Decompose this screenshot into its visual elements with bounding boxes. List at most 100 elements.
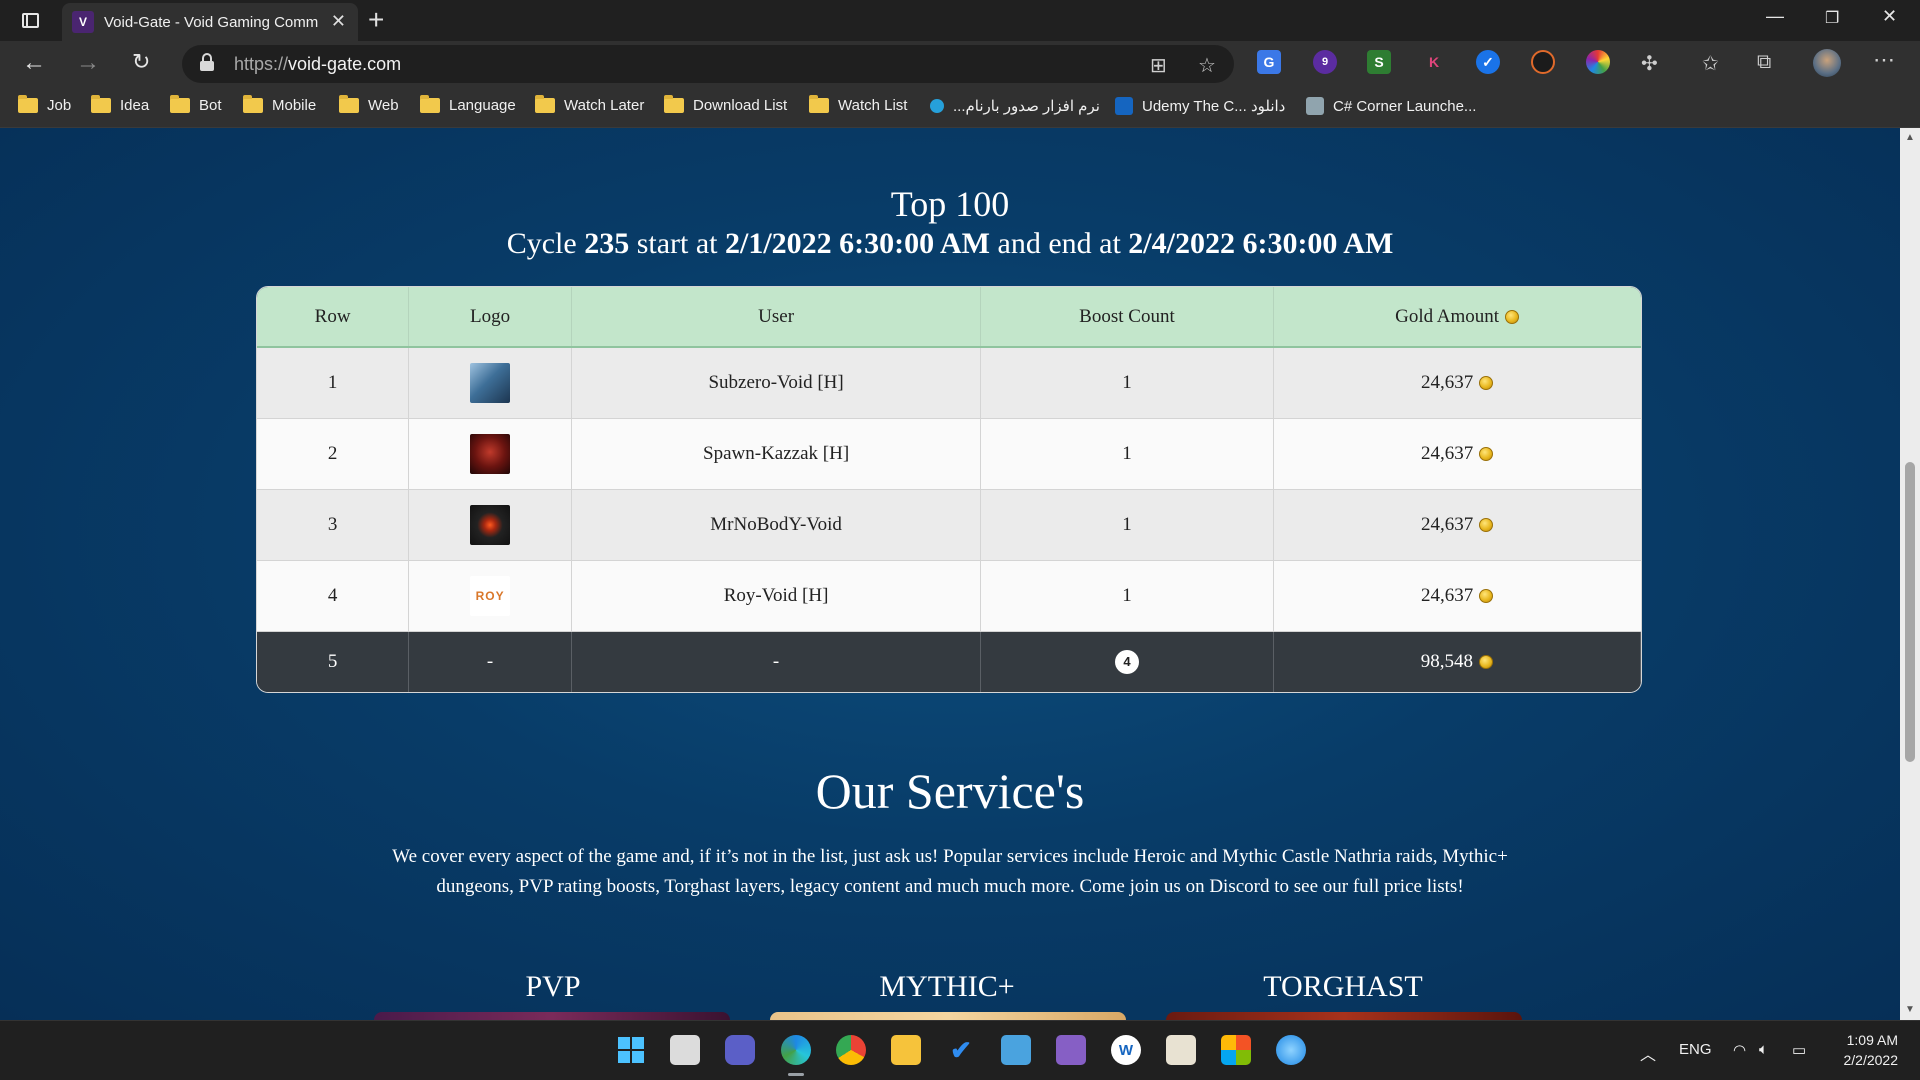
service-pvp-title[interactable]: PVP [378, 970, 728, 1004]
reload-icon[interactable]: ↻ [132, 49, 150, 75]
store-icon[interactable] [1221, 1035, 1251, 1065]
visual-studio-icon[interactable] [1056, 1035, 1086, 1065]
column-header-user: User [571, 287, 982, 348]
notepad-icon[interactable] [1001, 1035, 1031, 1065]
service-torghast-image[interactable] [1166, 1012, 1522, 1020]
search-extension-icon[interactable] [1531, 50, 1555, 74]
bookmark-persian-site[interactable]: ...نرم افزار صدور بارنام [930, 97, 1100, 115]
url-text[interactable]: https://void-gate.com [234, 54, 401, 75]
service-torghast-title[interactable]: TORGHAST [1168, 970, 1518, 1004]
table-header-row: Row Logo User Boost Count Gold Amount [257, 287, 1641, 348]
folder-icon [18, 95, 38, 113]
check-extension-icon[interactable]: ✓ [1476, 50, 1500, 74]
browser-tab-active[interactable]: V Void-Gate - Void Gaming Comm ✕ [62, 3, 358, 41]
w-app-icon[interactable]: W [1111, 1035, 1141, 1065]
bookmark-csharp-corner[interactable]: C# Corner Launche... [1306, 97, 1476, 115]
service-pvp-image[interactable] [374, 1012, 730, 1020]
forward-icon[interactable]: → [76, 49, 100, 77]
bookmark-mobile[interactable]: Mobile [243, 95, 316, 114]
new-tab-icon[interactable]: + [368, 4, 384, 36]
more-menu-icon[interactable]: ⋯ [1873, 47, 1895, 73]
file-explorer-icon[interactable] [891, 1035, 921, 1065]
scroll-up-icon[interactable]: ▲ [1905, 132, 1915, 143]
edge-icon[interactable] [781, 1035, 811, 1065]
column-header-gold-amount: Gold Amount [1273, 287, 1641, 348]
k-extension-icon[interactable]: K [1422, 50, 1446, 74]
page-viewport: Top 100 Cycle 235 start at 2/1/2022 6:30… [0, 128, 1900, 1020]
start-icon[interactable] [616, 1035, 646, 1065]
sheets-extension-icon[interactable]: S [1367, 50, 1391, 74]
extension-badge-icon[interactable]: 9 [1313, 50, 1337, 74]
tray-chevron-icon[interactable]: ︿ [1640, 1041, 1656, 1065]
logo-cell [408, 347, 572, 419]
total-user: - [571, 631, 982, 692]
user-avatar [470, 362, 511, 403]
boost-count-badge: 4 [1114, 649, 1139, 674]
bookmark-job[interactable]: Job [18, 95, 71, 114]
folder-icon [243, 95, 263, 113]
gold-amount: 24,637 [1273, 560, 1641, 632]
cycle-start-date: 2/1/2022 6:30:00 AM [725, 227, 990, 260]
extensions-icon[interactable]: ✣ [1641, 51, 1658, 76]
table-row: 1 Subzero-Void [H] 1 24,637 [257, 347, 1641, 419]
table-total-row: 5 - - 4 98,548 [257, 631, 1641, 692]
bookmark-udemy[interactable]: Udemy The C... دانلود [1115, 97, 1285, 115]
sticky-notes-icon[interactable] [1166, 1035, 1196, 1065]
table-row: 3 MrNoBodY-Void 1 24,637 [257, 489, 1641, 561]
clock-time: 1:09 AM [1846, 1032, 1898, 1048]
window-close-icon[interactable]: ✕ [1882, 6, 1897, 27]
system-clock[interactable]: 1:09 AM 2/2/2022 [1832, 1030, 1899, 1070]
address-bar[interactable]: https://void-gate.com ⊞ ☆ [182, 45, 1234, 83]
restore-icon[interactable]: ❐ [1825, 8, 1839, 28]
logo-cell [408, 418, 572, 490]
todo-icon[interactable]: ✔ [946, 1035, 976, 1065]
volume-icon[interactable]: 🔈︎ [1759, 1041, 1768, 1058]
add-favorite-icon[interactable]: ☆ [1198, 53, 1216, 78]
service-mythic-title[interactable]: MYTHIC+ [772, 970, 1122, 1004]
lock-icon[interactable] [200, 53, 214, 71]
service-mythic-image[interactable] [770, 1012, 1126, 1020]
gold-coin-icon [1479, 588, 1494, 603]
page-scrollbar[interactable]: ▲ ▼ [1900, 128, 1920, 1020]
site-icon [1306, 97, 1324, 115]
wifi-icon[interactable]: ◠ [1733, 1041, 1746, 1059]
scrollbar-thumb[interactable] [1905, 462, 1915, 762]
bookmark-download-list[interactable]: Download List [664, 95, 787, 114]
gold-amount: 24,637 [1273, 418, 1641, 490]
bookmark-watch-list[interactable]: Watch List [809, 95, 907, 114]
scroll-down-icon[interactable]: ▼ [1905, 1004, 1915, 1015]
chat-icon[interactable] [725, 1035, 755, 1065]
tab-actions-icon[interactable] [14, 8, 46, 32]
tab-close-icon[interactable]: ✕ [331, 11, 346, 32]
chrome-icon[interactable] [836, 1035, 866, 1065]
task-view-icon[interactable] [670, 1035, 700, 1065]
back-icon[interactable]: ← [22, 49, 46, 77]
app-available-icon[interactable]: ⊞ [1150, 53, 1167, 78]
collections-icon[interactable]: ⧉ [1757, 51, 1771, 74]
language-indicator[interactable]: ENG [1679, 1041, 1712, 1058]
favorites-icon[interactable]: ✩ [1702, 51, 1719, 76]
total-boost-count: 4 [980, 631, 1274, 692]
boost-count: 1 [980, 347, 1274, 419]
translate-extension-icon[interactable]: G [1257, 50, 1281, 74]
bookmark-idea[interactable]: Idea [91, 95, 149, 114]
cycle-info: Cycle 235 start at 2/1/2022 6:30:00 AM a… [506, 227, 1394, 260]
bookmark-watch-later[interactable]: Watch Later [535, 95, 644, 114]
column-header-boost-count: Boost Count [980, 287, 1274, 348]
gold-amount: 24,637 [1273, 347, 1641, 419]
services-title: Our Service's [815, 763, 1085, 819]
bookmark-language[interactable]: Language [420, 95, 516, 114]
gold-coin-icon [1478, 654, 1493, 669]
battery-icon[interactable]: ▭ [1792, 1041, 1806, 1059]
logo-cell: ROY [408, 560, 572, 632]
bookmark-bot[interactable]: Bot [170, 95, 222, 114]
folder-icon [809, 95, 829, 113]
clock-date: 2/2/2022 [1843, 1052, 1899, 1068]
globe-app-icon[interactable] [1276, 1035, 1306, 1065]
profile-avatar[interactable] [1813, 49, 1841, 77]
color-extension-icon[interactable] [1586, 50, 1610, 74]
folder-icon [91, 95, 111, 113]
boost-count: 1 [980, 560, 1274, 632]
minimize-icon[interactable]: — [1766, 6, 1784, 27]
bookmark-web[interactable]: Web [339, 95, 399, 114]
